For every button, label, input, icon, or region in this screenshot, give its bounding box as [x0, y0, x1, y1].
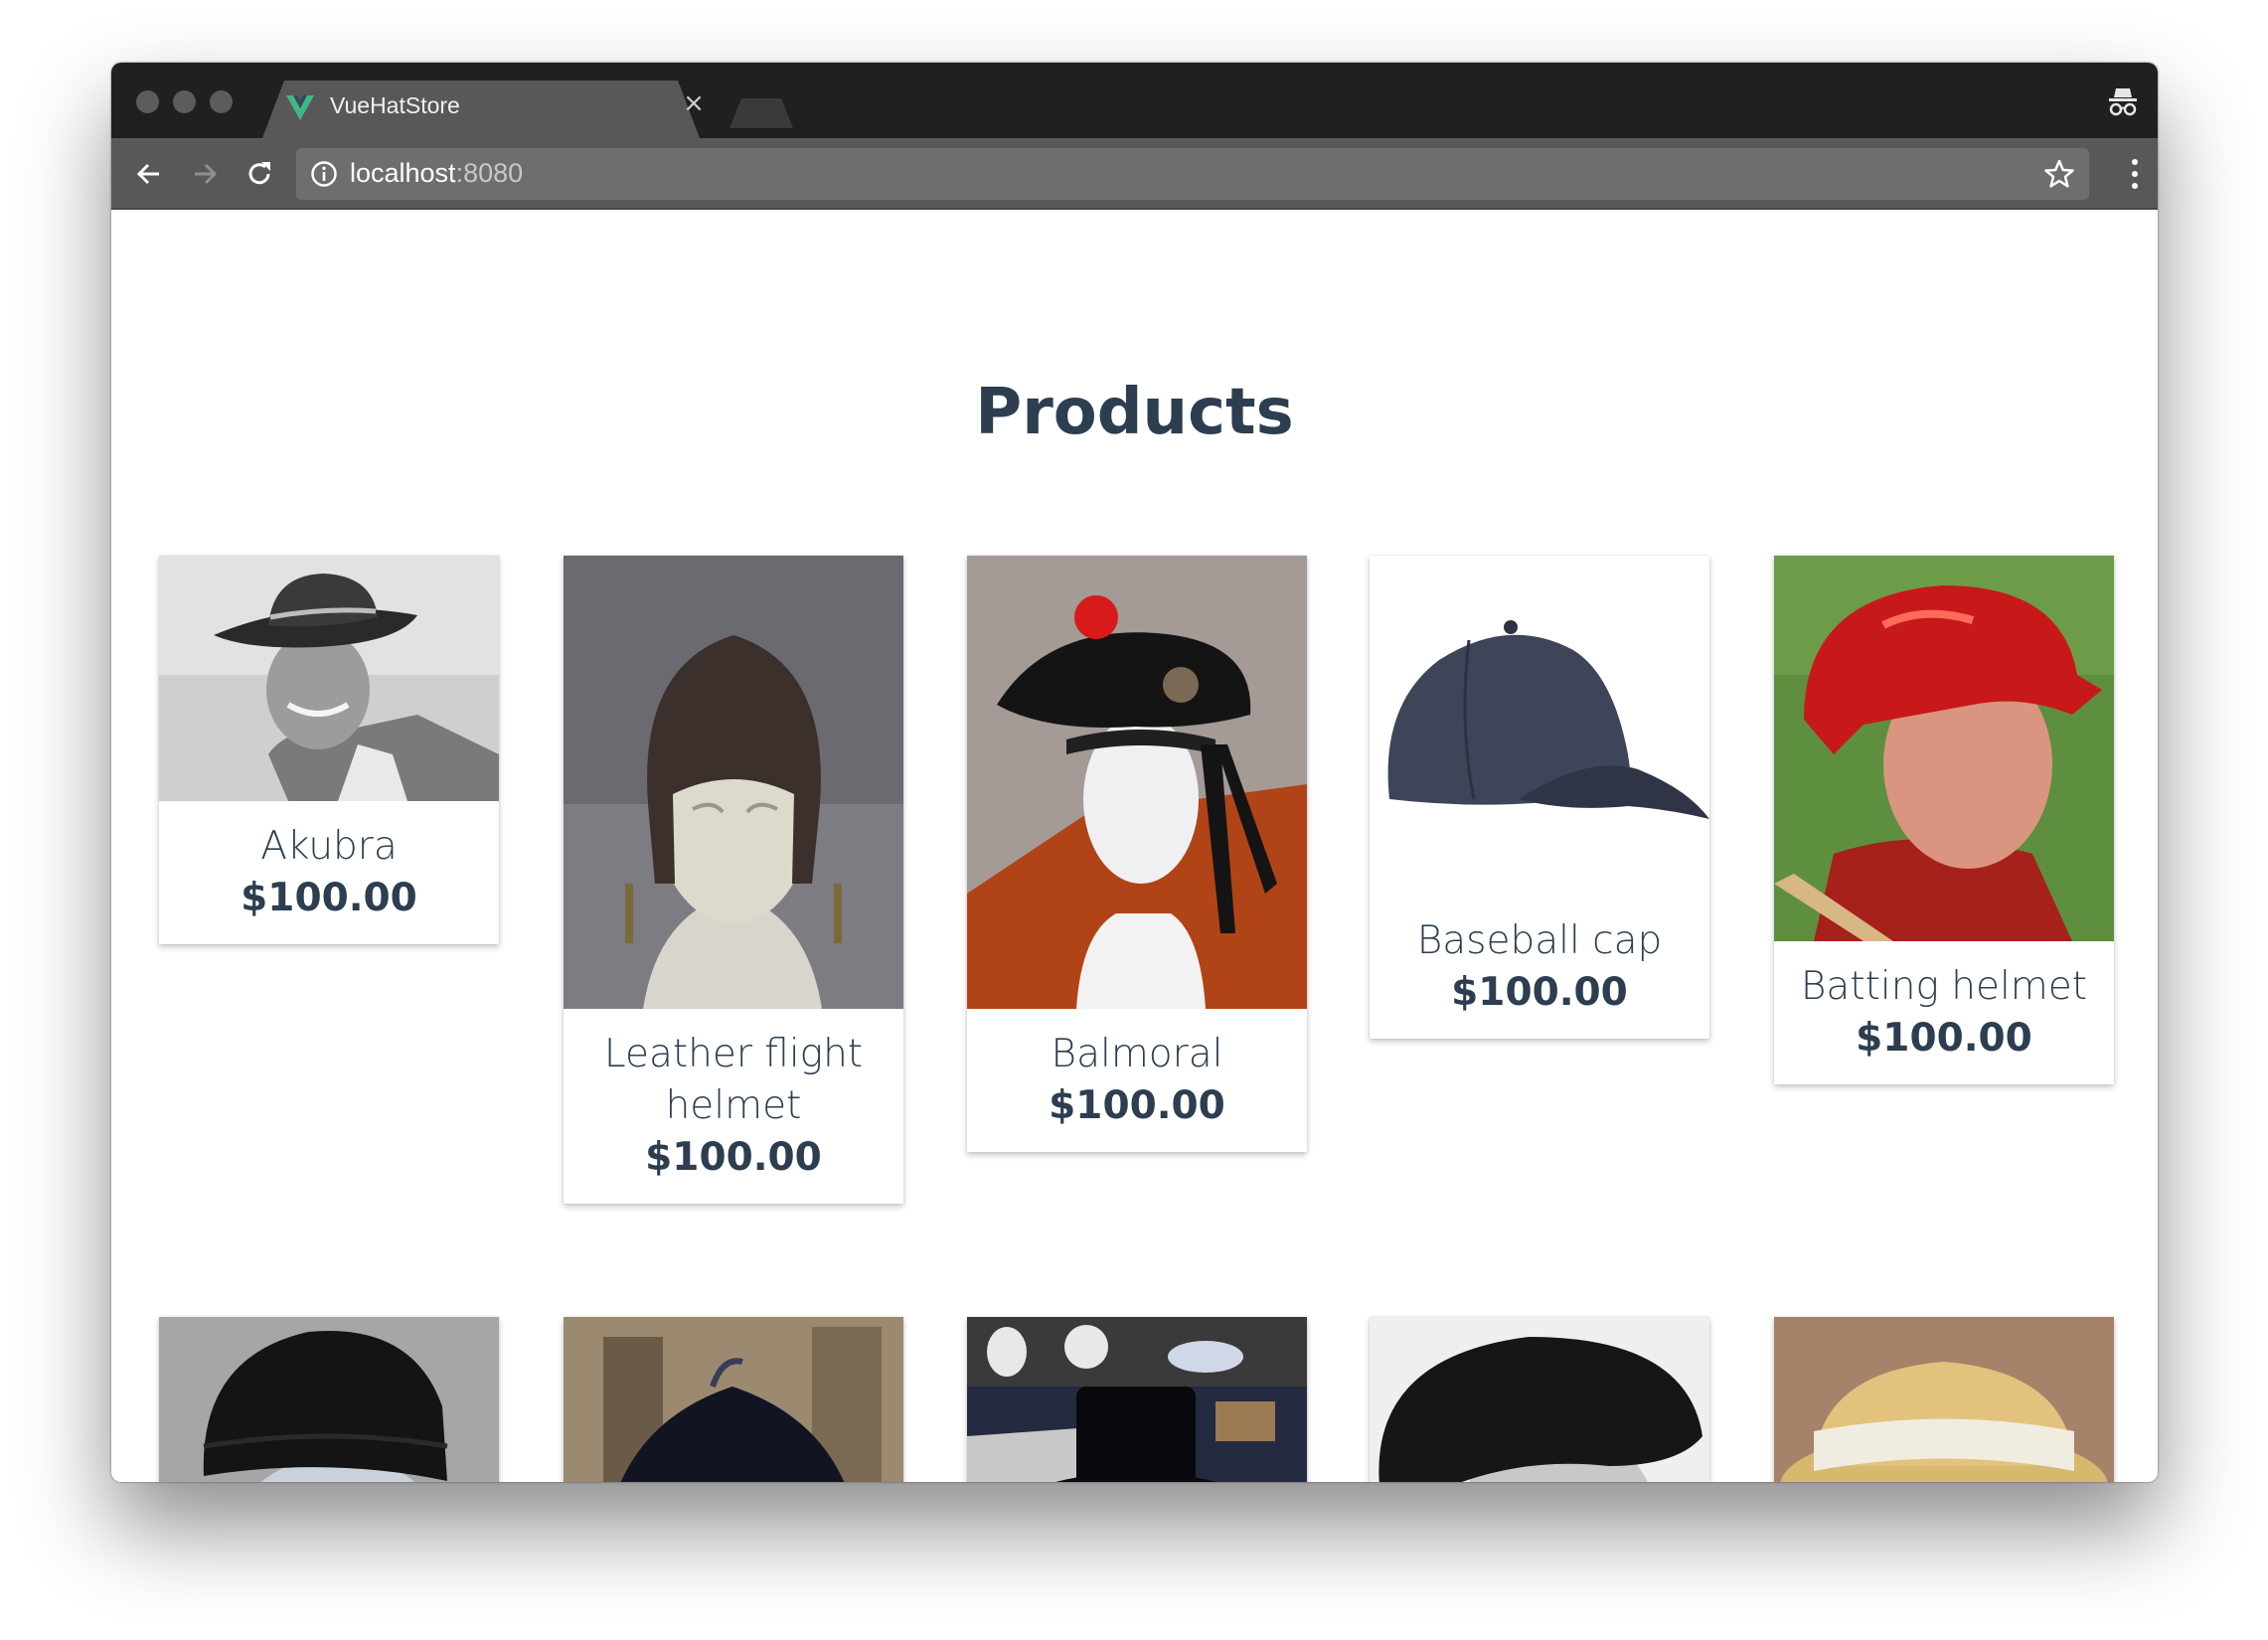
- product-name: Balmoral: [1051, 1032, 1223, 1076]
- back-arrow-icon[interactable]: [133, 158, 165, 190]
- product-price: $100.00: [1451, 970, 1628, 1015]
- product-card[interactable]: [1370, 1317, 1709, 1482]
- close-window-button[interactable]: [136, 90, 159, 113]
- product-price: $100.00: [1049, 1083, 1225, 1128]
- product-info: Baseball cap $100.00: [1370, 896, 1709, 1039]
- product-image[interactable]: [1370, 556, 1709, 896]
- product-info: Akubra $100.00: [159, 801, 499, 944]
- reload-icon[interactable]: [243, 158, 275, 190]
- product-info: Leather flight helmet $100.00: [564, 1009, 903, 1204]
- product-card[interactable]: [967, 1317, 1307, 1482]
- product-info: Balmoral $100.00: [967, 1009, 1307, 1152]
- product-image[interactable]: [564, 1317, 903, 1482]
- product-card[interactable]: Baseball cap $100.00: [1370, 556, 1709, 1039]
- url-port: :8080: [455, 158, 524, 188]
- star-icon[interactable]: [2043, 158, 2075, 190]
- browser-tab[interactable]: [262, 81, 700, 138]
- product-card[interactable]: Batting helmet $100.00: [1774, 556, 2114, 1084]
- product-image[interactable]: [159, 1317, 499, 1482]
- page-title: Products: [975, 376, 1294, 449]
- product-card[interactable]: [1774, 1317, 2114, 1482]
- product-image[interactable]: [159, 556, 499, 801]
- product-name: Leather flight helmet: [603, 1032, 864, 1128]
- address-bar[interactable]: localhost:8080: [296, 148, 2089, 200]
- product-price: $100.00: [645, 1135, 822, 1180]
- product-image[interactable]: [967, 556, 1307, 1009]
- product-image[interactable]: [564, 556, 903, 1009]
- url-text: localhost:8080: [350, 158, 523, 189]
- product-name: Baseball cap: [1416, 918, 1663, 963]
- url-host: localhost: [350, 158, 456, 188]
- close-icon[interactable]: ×: [683, 90, 705, 116]
- product-card[interactable]: Leather flight helmet $100.00: [564, 556, 903, 1204]
- forward-arrow-icon[interactable]: [189, 158, 221, 190]
- product-name: Akubra: [260, 824, 398, 869]
- product-card[interactable]: [159, 1317, 499, 1482]
- product-image[interactable]: [967, 1317, 1307, 1482]
- product-image[interactable]: [1370, 1317, 1709, 1482]
- product-image[interactable]: [1774, 1317, 2114, 1482]
- title-bar: VueHatStore ×: [111, 63, 2158, 138]
- page-content: Products Akubra $100.00 Leather flight h…: [111, 210, 2158, 1482]
- product-price: $100.00: [1856, 1016, 2032, 1061]
- product-info: Batting helmet $100.00: [1774, 941, 2114, 1084]
- product-card[interactable]: Akubra $100.00: [159, 556, 499, 944]
- product-image[interactable]: [1774, 556, 2114, 941]
- minimize-window-button[interactable]: [173, 90, 196, 113]
- incognito-icon[interactable]: [2106, 84, 2140, 118]
- maximize-window-button[interactable]: [210, 90, 233, 113]
- product-card[interactable]: Balmoral $100.00: [967, 556, 1307, 1152]
- new-tab-button[interactable]: [729, 98, 793, 128]
- vue-logo-icon: [286, 95, 314, 120]
- browser-toolbar: localhost:8080: [111, 138, 2158, 210]
- browser-window: VueHatStore × localhost:8080 Products Ak…: [111, 63, 2158, 1482]
- product-name: Batting helmet: [1800, 964, 2088, 1009]
- info-icon[interactable]: [310, 160, 338, 188]
- menu-dots-icon[interactable]: [2130, 158, 2140, 190]
- product-card[interactable]: [564, 1317, 903, 1482]
- product-price: $100.00: [241, 876, 417, 920]
- tab-title: VueHatStore: [330, 92, 460, 118]
